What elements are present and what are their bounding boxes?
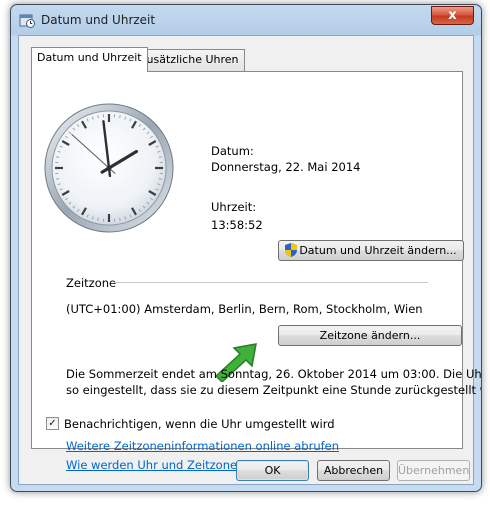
cancel-button[interactable]: Abbrechen xyxy=(317,460,390,481)
dst-info-line2: so eingestellt, dass sie zu diesem Zeitp… xyxy=(66,383,482,397)
analog-clock xyxy=(44,103,174,233)
clock-minute-tick xyxy=(158,156,162,158)
notify-checkbox[interactable]: ✓ xyxy=(46,417,59,430)
clock-minute-tick xyxy=(158,178,162,180)
clock-minute-tick xyxy=(56,178,60,180)
apply-button[interactable]: Übernehmen xyxy=(397,460,470,481)
clock-minute-tick xyxy=(97,115,99,119)
dst-info-line1: Die Sommerzeit endet am Sonntag, 26. Okt… xyxy=(66,367,482,381)
window-title: Datum und Uhrzeit xyxy=(41,13,156,27)
close-button[interactable]: x xyxy=(431,6,474,25)
clock-minute-tick xyxy=(56,156,60,158)
tab-zusaetzliche-uhren[interactable]: Zusätzliche Uhren xyxy=(133,49,245,71)
date-label: Datum: xyxy=(211,144,254,158)
clock-minute-tick xyxy=(97,217,99,221)
clock-icon xyxy=(19,14,35,28)
date-value: Donnerstag, 22. Mai 2014 xyxy=(211,160,361,174)
dialog-window: Datum und Uhrzeit x Datum und Uhrzeit Zu… xyxy=(10,4,482,492)
notify-checkbox-label[interactable]: Benachrichtigen, wenn die Uhr umgestellt… xyxy=(64,417,335,431)
ok-button[interactable]: OK xyxy=(236,460,309,481)
clock-center-pin xyxy=(106,165,112,171)
timezone-separator xyxy=(114,282,428,283)
time-value: 13:58:52 xyxy=(211,218,263,232)
dialog-client-area: Datum und Uhrzeit Zusätzliche Uhren Datu… xyxy=(18,35,481,485)
time-label: Uhrzeit: xyxy=(211,200,257,214)
timezone-value: (UTC+01:00) Amsterdam, Berlin, Bern, Rom… xyxy=(66,302,423,316)
tab-datum-und-uhrzeit[interactable]: Datum und Uhrzeit xyxy=(31,47,148,72)
more-timezone-info-link[interactable]: Weitere Zeitzoneninformationen online ab… xyxy=(66,439,339,453)
timezone-section-label: Zeitzone xyxy=(66,276,117,290)
clock-minute-tick xyxy=(119,217,121,221)
title-bar[interactable]: Datum und Uhrzeit x xyxy=(11,5,481,35)
change-date-time-button[interactable]: Datum und Uhrzeit ändern... xyxy=(278,240,464,261)
uac-shield-icon xyxy=(285,243,298,257)
change-date-time-label: Datum und Uhrzeit ändern... xyxy=(299,244,457,257)
tab-panel: Datum: Donnerstag, 22. Mai 2014 Uhrzeit:… xyxy=(31,71,481,472)
change-timezone-button[interactable]: Zeitzone ändern... xyxy=(278,325,462,346)
clock-minute-tick xyxy=(119,115,121,119)
